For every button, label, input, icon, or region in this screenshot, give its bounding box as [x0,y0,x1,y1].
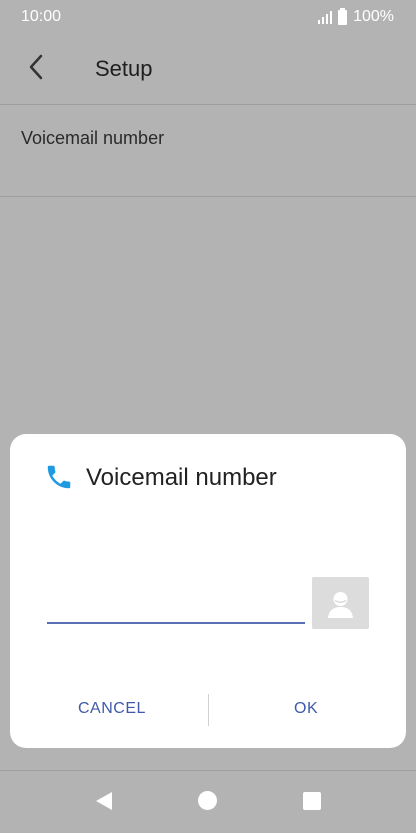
phone-icon [44,462,74,492]
cancel-button[interactable]: CANCEL [78,700,146,718]
voicemail-number-setting[interactable]: Voicemail number [0,104,416,197]
battery-icon [338,7,348,25]
button-divider [208,694,209,726]
battery-percent: 100% [353,8,394,25]
app-header: Setup [0,34,416,105]
nav-recent-icon[interactable] [303,792,321,810]
contact-avatar-icon [328,592,353,618]
status-time: 10:00 [21,8,62,25]
status-bar: 10:00 100% [0,0,416,34]
ok-button[interactable]: OK [294,700,318,718]
nav-back-icon[interactable] [94,791,114,816]
nav-home-icon[interactable] [198,791,217,810]
dialog-title: Voicemail number [86,464,277,491]
status-indicators: 100% [318,7,394,26]
navigation-bar [0,770,416,833]
back-arrow-icon[interactable] [22,52,52,82]
voicemail-dialog: Voicemail number CANCEL OK [10,434,406,748]
page-title: Setup [95,56,153,81]
setting-label: Voicemail number [21,128,165,148]
voicemail-number-input[interactable] [47,586,305,624]
contact-picker-button[interactable] [312,577,369,629]
signal-icon [318,10,333,24]
